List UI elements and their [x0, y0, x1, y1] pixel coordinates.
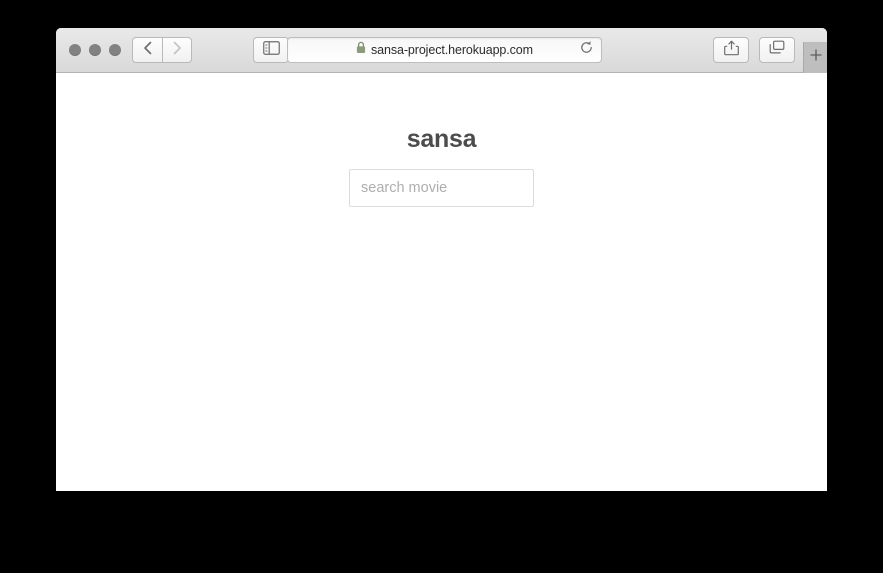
address-bar-content: sansa-project.herokuapp.com: [356, 41, 533, 59]
page-title: sansa: [406, 125, 477, 153]
close-button[interactable]: [69, 44, 81, 56]
reload-icon: [579, 40, 594, 60]
browser-window: sansa-project.herokuapp.com sansa search…: [56, 28, 827, 491]
address-bar-url: sansa-project.herokuapp.com: [371, 43, 533, 57]
share-button[interactable]: [713, 37, 749, 63]
search-input[interactable]: [349, 169, 534, 207]
show-sidebar-button[interactable]: [253, 37, 289, 63]
address-bar[interactable]: sansa-project.herokuapp.com: [287, 37, 602, 63]
page-inner: sansa: [56, 74, 827, 207]
chevron-left-icon: [143, 41, 152, 60]
zoom-button[interactable]: [109, 44, 121, 56]
navigation-buttons: [132, 37, 192, 63]
window-controls: [69, 44, 121, 56]
reload-button[interactable]: [578, 40, 594, 60]
minimize-button[interactable]: [89, 44, 101, 56]
forward-button[interactable]: [162, 37, 192, 63]
page-content: sansa: [56, 74, 827, 491]
share-icon: [723, 40, 739, 61]
browser-toolbar: sansa-project.herokuapp.com: [56, 28, 827, 73]
back-button[interactable]: [132, 37, 162, 63]
plus-icon: [809, 48, 823, 67]
new-tab-button[interactable]: [803, 42, 827, 73]
tab-overview-button[interactable]: [759, 37, 795, 63]
tab-overview-icon: [769, 40, 785, 60]
lock-icon: [356, 41, 366, 59]
sidebar-icon: [262, 40, 280, 60]
chevron-right-icon: [173, 41, 182, 60]
